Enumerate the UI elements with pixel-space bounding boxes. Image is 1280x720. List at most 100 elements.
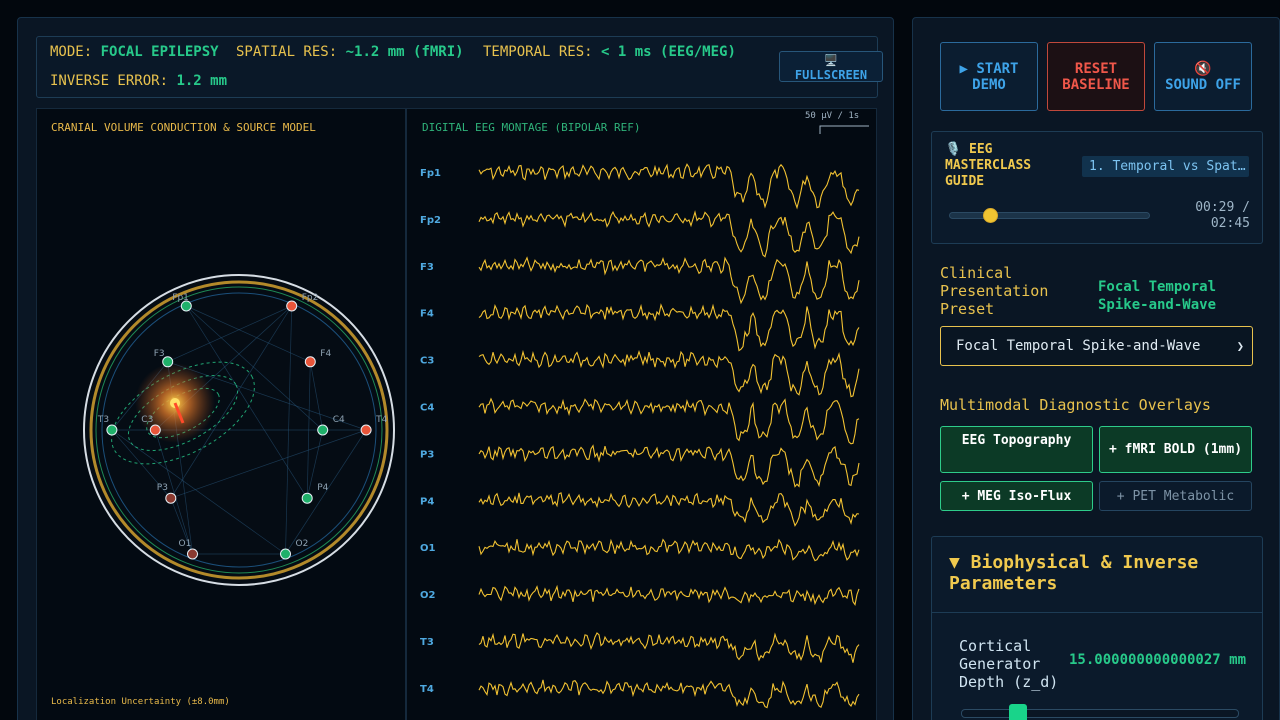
reset-baseline-label: RESET BASELINE (1062, 60, 1130, 93)
channel-label-p4: P4 (420, 496, 434, 507)
inverse-error-label: INVERSE ERROR: (50, 73, 169, 89)
preset-select[interactable]: Focal Temporal Spike-and-Wave ❯ (940, 326, 1253, 366)
electrode-p3 (165, 492, 177, 504)
electrode-o2 (280, 548, 291, 560)
temporal-res-readout: TEMPORAL RES: < 1 ms (EEG/MEG) (483, 44, 736, 60)
electrode-label: T4 (375, 415, 387, 425)
eeg-trace-c4 (478, 397, 860, 445)
guide-chapter-select[interactable]: 1. Temporal vs Spatial Resolution (1082, 156, 1249, 177)
start-demo-button[interactable]: ▶ START DEMO (940, 42, 1038, 111)
temporal-res-label: TEMPORAL RES: (483, 44, 593, 60)
eeg-trace-fp2 (478, 210, 860, 258)
eeg-trace-t3 (478, 632, 860, 663)
channel-label-fp2: Fp2 (420, 215, 441, 226)
eeg-trace-o1 (478, 538, 860, 562)
channel-label-o1: O1 (420, 543, 436, 554)
electrode-label: Fp1 (172, 293, 189, 303)
overlays-title: Multimodal Diagnostic Overlays (940, 396, 1211, 414)
divider (932, 612, 1262, 613)
overlay-eeg-topography[interactable]: EEG Topography (940, 426, 1093, 473)
channel-label-p3: P3 (420, 449, 434, 460)
status-bar: MODE: FOCAL EPILEPSY SPATIAL RES: ~1.2 m… (36, 36, 883, 98)
mode-value: FOCAL EPILEPSY (100, 44, 219, 60)
eeg-trace-p3 (478, 444, 860, 488)
channel-label-t4: T4 (420, 684, 434, 695)
masterclass-guide: 🎙️ EEG MASTERCLASS GUIDE 1. Temporal vs … (931, 131, 1263, 244)
mode-readout: MODE: FOCAL EPILEPSY (50, 44, 219, 60)
electrode-label: Fp2 (302, 293, 319, 303)
electrode-c3 (149, 424, 161, 436)
electrode-label: P4 (317, 483, 328, 493)
mode-label: MODE: (50, 44, 93, 60)
eeg-trace-f3 (478, 256, 860, 305)
eeg-trace-c3 (478, 349, 860, 398)
electrode-o1 (187, 548, 198, 560)
inverse-error-readout: INVERSE ERROR: 1.2 mm (50, 73, 227, 89)
electrode-label: F3 (154, 349, 165, 359)
electrode-label: P3 (157, 483, 168, 493)
eeg-trace-p4 (478, 492, 860, 527)
electrode-label: O1 (179, 539, 192, 549)
spatial-res-readout: SPATIAL RES: ~1.2 mm (fMRI) (236, 44, 464, 60)
microphone-icon: 🎙️ (945, 142, 970, 157)
spatial-res-value: ~1.2 mm (fMRI) (345, 44, 464, 60)
sound-label: SOUND OFF (1165, 76, 1241, 93)
channel-label-f4: F4 (420, 309, 434, 320)
guide-progress-slider[interactable] (949, 208, 1150, 223)
scale-bar (819, 125, 869, 134)
channel-label-f3: F3 (420, 262, 434, 273)
play-icon: ▶ (959, 60, 977, 77)
guide-time: 00:29 / 02:45 (1195, 200, 1250, 231)
chevron-down-icon: ❯ (1236, 339, 1244, 353)
electrode-p4 (301, 492, 313, 504)
inverse-error-value: 1.2 mm (176, 73, 228, 89)
preset-select-value: Focal Temporal Spike-and-Wave (956, 338, 1201, 354)
preset-current-value: Focal Temporal Spike-and-Wave (1098, 279, 1217, 313)
electrode-c4 (317, 424, 329, 436)
eeg-trace-f4 (478, 303, 860, 352)
electrode-label: C3 (141, 415, 153, 425)
overlay-fmri-bold[interactable]: + fMRI BOLD (1mm) (1099, 426, 1252, 473)
preset-label: Clinical Presentation Preset (940, 264, 1049, 318)
eeg-montage-view[interactable]: DIGITAL EEG MONTAGE (BIPOLAR REF) 50 µV … (406, 108, 877, 720)
localization-uncertainty: Localization Uncertainty (±8.0mm) (51, 697, 230, 707)
eeg-trace-t4 (478, 679, 860, 709)
channel-label-c3: C3 (420, 356, 434, 367)
fullscreen-button[interactable]: 🖥️ FULLSCREEN (779, 51, 883, 82)
eeg-traces-svg: Fp1 Fp2 F3 F4 C3 C4 P3 P4 O1 O2 T3 T4 (420, 125, 869, 709)
depth-label: Cortical Generator Depth (z_d) (959, 637, 1059, 691)
electrode-label: T3 (97, 415, 109, 425)
monitor-icon: 🖥️ (824, 54, 838, 67)
eeg-trace-fp1 (478, 163, 860, 210)
electrode-t4 (360, 424, 372, 436)
start-demo-label: ▶ START DEMO (959, 60, 1019, 93)
eeg-trace-o2 (478, 584, 860, 606)
cranial-model-view[interactable]: CRANIAL VOLUME CONDUCTION & SOURCE MODEL… (36, 108, 406, 720)
guide-progress-knob[interactable] (983, 208, 999, 223)
head-model-svg: Fp1 Fp2 F3 F4 T3 C3 C4 T4 P3 P4 O1 O2 (83, 274, 395, 586)
electrode-label: C4 (333, 415, 345, 425)
spatial-res-label: SPATIAL RES: (236, 44, 338, 60)
reset-baseline-button[interactable]: RESET BASELINE (1047, 42, 1145, 111)
channel-label-o2: O2 (420, 590, 436, 601)
electrode-label: F4 (320, 349, 331, 359)
depth-slider[interactable] (961, 704, 1239, 720)
biophysical-toggle[interactable]: ▼ Biophysical & Inverse Parameters (949, 552, 1249, 594)
control-panel: ▶ START DEMO RESET BASELINE 🔇 SOUND OFF … (912, 17, 1280, 720)
overlay-pet-metabolic[interactable]: + PET Metabolic (1099, 481, 1252, 511)
channel-label-t3: T3 (420, 637, 434, 648)
channel-label-c4: C4 (420, 403, 434, 414)
channel-label-fp1: Fp1 (420, 168, 441, 179)
fullscreen-label: FULLSCREEN (794, 68, 868, 82)
depth-slider-knob[interactable] (1008, 704, 1027, 720)
visualization-panel: MODE: FOCAL EPILEPSY SPATIAL RES: ~1.2 m… (17, 17, 894, 720)
electrode-t3 (106, 424, 118, 436)
electrode-f4 (304, 356, 316, 368)
guide-title: 🎙️ EEG MASTERCLASS GUIDE (945, 142, 1032, 189)
electrode-fp2 (286, 300, 298, 312)
temporal-res-value: < 1 ms (EEG/MEG) (601, 44, 736, 60)
electrode-label: O2 (296, 539, 309, 549)
overlay-meg-iso-flux[interactable]: + MEG Iso-Flux (940, 481, 1093, 511)
biophysical-section: ▼ Biophysical & Inverse Parameters Corti… (931, 536, 1263, 720)
sound-toggle-button[interactable]: 🔇 SOUND OFF (1154, 42, 1252, 111)
